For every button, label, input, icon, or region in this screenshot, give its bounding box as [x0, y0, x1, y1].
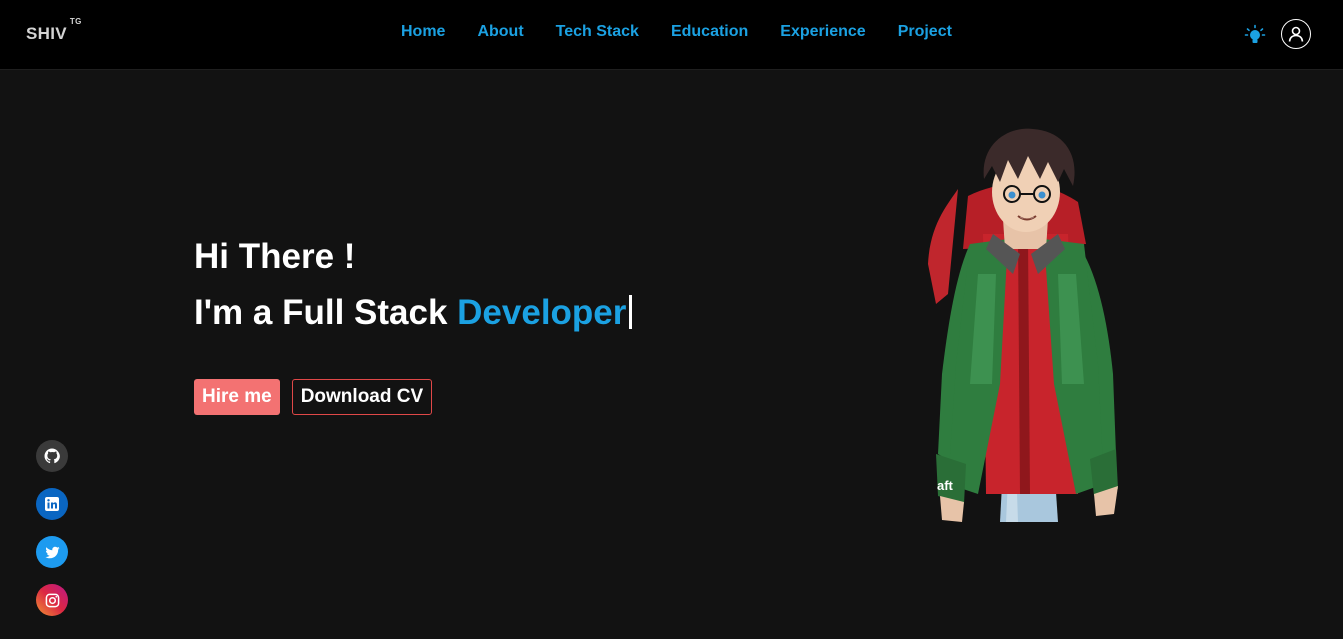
profile-button[interactable] [1281, 19, 1311, 49]
user-icon [1288, 26, 1304, 42]
nav-link-about[interactable]: About [477, 23, 523, 41]
top-navbar: SHIVTG Home About Tech Stack Education E… [0, 0, 1343, 70]
hire-me-button[interactable]: Hire me [194, 379, 280, 415]
nav-link-experience[interactable]: Experience [780, 23, 865, 41]
twitter-link[interactable] [36, 536, 68, 568]
brand-name: SHIV [26, 24, 67, 43]
github-icon [44, 448, 60, 464]
social-links [36, 440, 68, 616]
linkedin-icon [45, 497, 59, 511]
nav-link-education[interactable]: Education [671, 23, 748, 41]
brand-logo[interactable]: SHIVTG [26, 17, 82, 44]
role-highlight: Developer [457, 293, 627, 332]
nav-link-home[interactable]: Home [401, 23, 445, 41]
download-cv-button[interactable]: Download CV [291, 379, 433, 415]
nav-links: Home About Tech Stack Education Experien… [401, 23, 952, 41]
hero-greeting: Hi There ! [194, 237, 356, 276]
hero-role-line: I'm a Full Stack Developer [194, 292, 633, 334]
lightbulb-icon [1244, 24, 1266, 43]
hero-buttons: Hire me Download CV [194, 379, 433, 415]
brand-superscript: TG [69, 17, 82, 27]
nav-link-project[interactable]: Project [898, 23, 952, 41]
theme-toggle-button[interactable] [1244, 24, 1266, 46]
role-prefix: I'm a Full Stack [194, 293, 458, 332]
image-watermark: aft [937, 478, 953, 493]
twitter-icon [44, 546, 60, 558]
nav-link-tech-stack[interactable]: Tech Stack [556, 23, 639, 41]
anime-character-illustration [928, 128, 1118, 522]
instagram-link[interactable] [36, 584, 68, 616]
hero-section: Hi There ! I'm a Full Stack Developer [194, 236, 633, 334]
instagram-icon [45, 593, 59, 607]
linkedin-link[interactable] [36, 488, 68, 520]
github-link[interactable] [36, 440, 68, 472]
typing-cursor [629, 295, 633, 329]
developer-avatar-illustration [908, 124, 1138, 522]
